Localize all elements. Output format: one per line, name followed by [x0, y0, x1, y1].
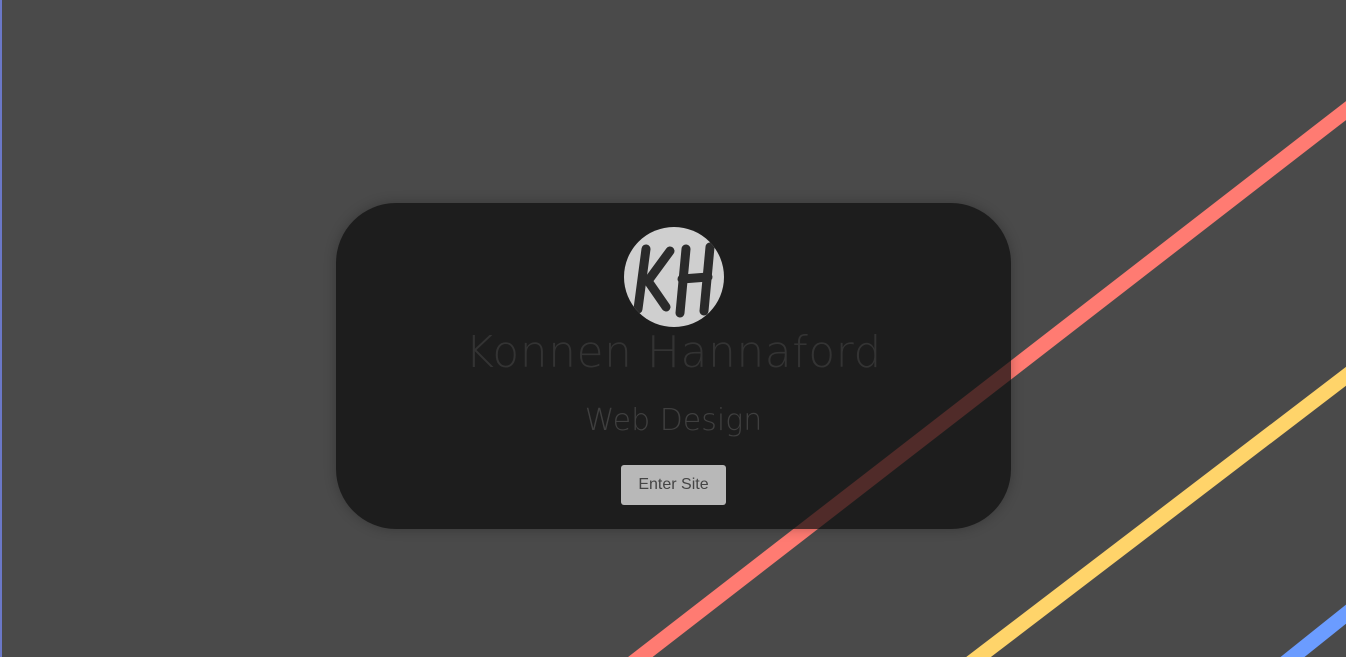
kh-logo — [624, 227, 724, 327]
kh-logo-mark — [633, 242, 715, 318]
tagline: Web Design — [584, 403, 763, 438]
splash-page: Konnen Hannaford Web Design Enter Site — [0, 0, 1346, 657]
intro-card: Konnen Hannaford Web Design Enter Site — [336, 203, 1011, 529]
stripe-blue — [1280, 604, 1346, 657]
stripe-yellow — [966, 366, 1346, 657]
person-name: Konnen Hannaford — [465, 327, 882, 378]
enter-site-button[interactable]: Enter Site — [621, 465, 726, 505]
